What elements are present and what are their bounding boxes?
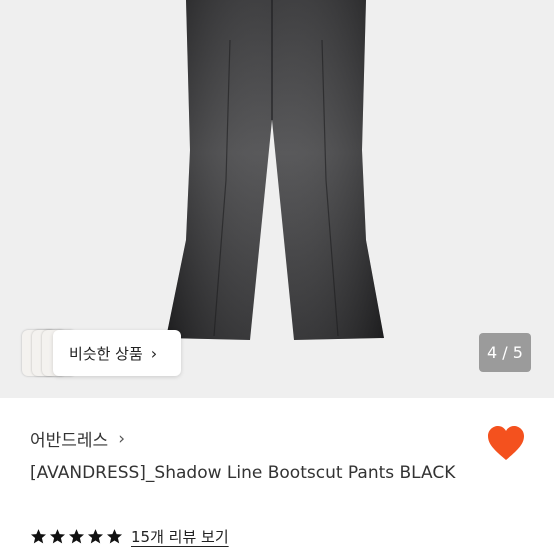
similar-products-label: 비슷한 상품 [69,344,143,363]
chevron-right-icon: › [118,428,126,449]
brand-name: 어반드레스 [30,431,109,451]
rating-row: 15개 리뷰 보기 [30,526,229,547]
product-title: [AVANDRESS]_Shadow Line Bootscut Pants B… [30,463,456,483]
star-icon [49,529,66,544]
heart-icon[interactable] [486,424,526,462]
star-rating [30,528,123,545]
star-icon [106,529,123,544]
similar-products-button[interactable]: 비슷한 상품 › [53,330,181,376]
product-info: 어반드레스 › [AVANDRESS]_Shadow Line Bootscut… [0,398,554,554]
star-icon [30,529,47,544]
image-pager: 4 / 5 [479,333,531,372]
star-icon [87,529,104,544]
chevron-right-icon: › [150,343,158,363]
star-icon [68,529,85,544]
product-image-gallery[interactable]: 비슷한 상품 › 4 / 5 [0,0,554,398]
brand-link[interactable]: 어반드레스 › [30,426,126,452]
reviews-link[interactable]: 15개 리뷰 보기 [131,526,229,547]
